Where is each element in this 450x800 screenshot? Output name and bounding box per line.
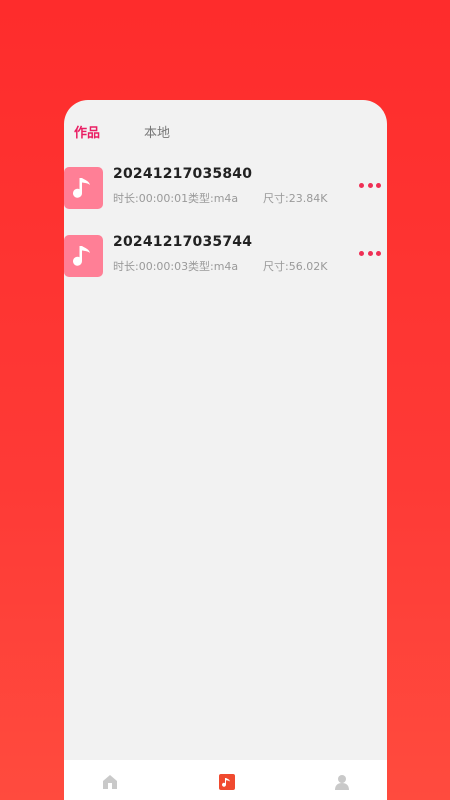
list-item[interactable]: 20241217035744 时长:00:00:03 类型:m4a 尺寸:56.… <box>64 230 387 298</box>
file-name: 20241217035840 <box>113 166 253 182</box>
file-size: 尺寸:56.02K <box>263 260 328 273</box>
file-type: 类型:m4a <box>188 260 239 273</box>
file-name: 20241217035744 <box>113 234 253 250</box>
tab-local[interactable]: 本地 <box>144 122 170 141</box>
list-item[interactable]: 20241217035840 时长:00:00:01 类型:m4a 尺寸:23.… <box>64 162 387 230</box>
works-panel: 作品 本地 20241217035840 时长:00:00:01 类型:m4a … <box>64 100 387 800</box>
tab-works[interactable]: 作品 <box>74 122 100 141</box>
file-type: 类型:m4a <box>188 192 239 205</box>
more-dots-icon[interactable] <box>359 180 381 190</box>
music-note-icon <box>64 167 103 209</box>
home-icon[interactable] <box>100 772 120 792</box>
file-size: 尺寸:23.84K <box>263 192 328 205</box>
more-dots-icon[interactable] <box>359 248 381 258</box>
file-list: 20241217035840 时长:00:00:01 类型:m4a 尺寸:23.… <box>64 162 387 298</box>
user-icon[interactable] <box>332 772 352 792</box>
file-duration: 时长:00:00:03 <box>113 260 189 273</box>
music-icon[interactable] <box>217 772 237 792</box>
bottom-nav <box>64 760 387 800</box>
music-note-icon <box>64 235 103 277</box>
tab-bar: 作品 本地 <box>64 100 387 160</box>
file-duration: 时长:00:00:01 <box>113 192 189 205</box>
